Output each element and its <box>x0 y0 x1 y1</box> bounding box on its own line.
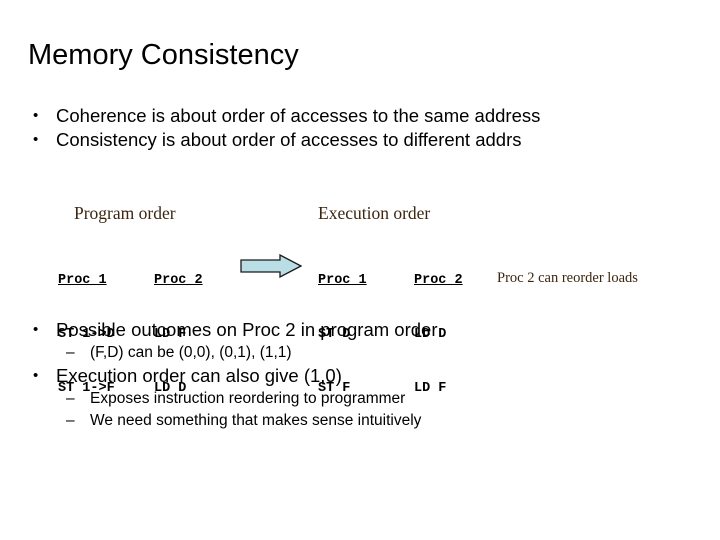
dash-marker-icon: – <box>66 344 75 361</box>
bullet-text: Consistency is about order of accesses t… <box>56 129 522 150</box>
sub-bullet-text: We need something that makes sense intui… <box>90 412 422 429</box>
dash-marker-icon: – <box>66 390 75 407</box>
page-title: Memory Consistency <box>28 39 299 71</box>
bullet-text: Possible outcomes on Proc 2 in program o… <box>56 319 438 340</box>
slide-canvas: Memory Consistency • Coherence is about … <box>0 0 720 540</box>
sub-bullet-item: – Exposes instruction reordering to prog… <box>28 388 692 410</box>
sub-bullet-text: Exposes instruction reordering to progra… <box>90 390 406 407</box>
sub-bullet-item: – We need something that makes sense int… <box>28 410 692 432</box>
bullet-item: • Possible outcomes on Proc 2 in program… <box>28 318 692 342</box>
program-order-heading: Program order <box>74 203 176 223</box>
dash-marker-icon: – <box>66 412 75 429</box>
execution-order-heading: Execution order <box>318 203 431 223</box>
bullet-item: • Coherence is about order of accesses t… <box>28 104 692 128</box>
bullet-text: Execution order can also give (1,0) <box>56 365 342 386</box>
sub-bullet-text: (F,D) can be (0,0), (0,1), (1,1) <box>90 344 292 361</box>
table-header-row: Proc 1 Proc 2 <box>58 272 250 290</box>
column-header-proc2: Proc 2 <box>154 273 203 288</box>
bullet-list-bottom: • Possible outcomes on Proc 2 in program… <box>28 318 692 432</box>
bullet-list-top: • Coherence is about order of accesses t… <box>28 104 692 152</box>
bullet-marker-icon: • <box>33 321 39 338</box>
bullet-item: • Execution order can also give (1,0) <box>28 364 692 388</box>
column-header-proc1: Proc 1 <box>318 273 367 288</box>
reorder-annotation: Proc 2 can reorder loads <box>497 270 638 286</box>
column-header-proc1: Proc 1 <box>58 273 107 288</box>
bullet-item: • Consistency is about order of accesses… <box>28 128 692 152</box>
bullet-text: Coherence is about order of accesses to … <box>56 105 541 126</box>
sub-bullet-item: – (F,D) can be (0,0), (0,1), (1,1) <box>28 342 692 364</box>
right-arrow-icon <box>240 253 303 279</box>
bullet-marker-icon: • <box>33 131 39 148</box>
bullet-marker-icon: • <box>33 367 39 384</box>
table-header-row: Proc 1 Proc 2 <box>318 272 510 290</box>
bullet-marker-icon: • <box>33 107 39 124</box>
column-header-proc2: Proc 2 <box>414 273 463 288</box>
